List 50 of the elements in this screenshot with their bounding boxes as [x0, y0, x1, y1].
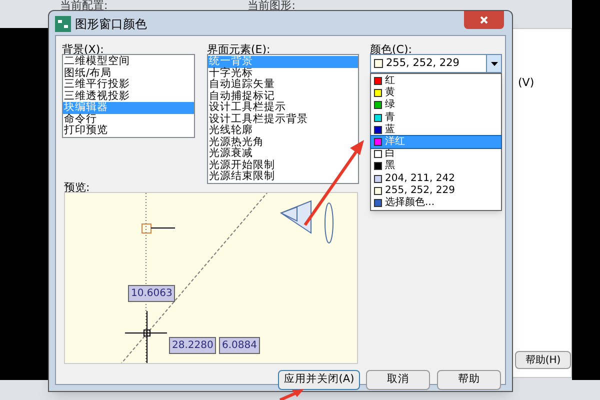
color-option[interactable]: 255, 252, 229: [385, 184, 501, 197]
header-label: 当前图形:: [248, 0, 296, 12]
color-option[interactable]: 白: [385, 148, 501, 160]
list-item[interactable]: 三维透视投影: [63, 90, 194, 102]
app-icon: [55, 16, 71, 32]
marker-drawing: [142, 224, 176, 234]
help-button[interactable]: 帮助(H): [515, 351, 571, 369]
header-label: 当前配置:: [60, 0, 108, 12]
list-item[interactable]: 光源衰减: [208, 148, 358, 160]
list-item[interactable]: 光源热光角: [208, 136, 358, 148]
dimension-readout: 6.0884: [219, 337, 260, 354]
list-item[interactable]: 光源开始限制: [208, 160, 358, 171]
list-item[interactable]: 设计工具栏提示背景: [208, 114, 358, 125]
dimension-readout: 10.6063: [128, 285, 176, 302]
list-item[interactable]: 打印预览: [63, 125, 194, 136]
dialog-button[interactable]: 取消: [366, 370, 430, 390]
caret-icon: [490, 62, 498, 66]
option-label: (V): [518, 75, 534, 91]
crosshair-drawing: [124, 310, 168, 363]
close-icon: [480, 16, 488, 24]
color-dropdown[interactable]: 255, 252, 229: [370, 54, 502, 73]
list-label: 界面元素(E):: [207, 42, 270, 56]
list-item[interactable]: 自动捕捉标记: [208, 90, 358, 102]
color-option[interactable]: 绿: [385, 99, 501, 112]
list-item[interactable]: 自动追踪矢量: [208, 79, 358, 90]
annotation-arrow: [279, 389, 304, 400]
color-option[interactable]: 黑: [385, 160, 501, 172]
list-label: 背景(X):: [62, 42, 104, 56]
preview-label: 预览:: [64, 180, 90, 196]
color-option[interactable]: 青: [385, 112, 501, 124]
dimension-readout: 28.2280: [169, 337, 216, 354]
color-value: 255, 252, 229: [386, 56, 460, 71]
list-item[interactable]: 图纸/布局: [63, 68, 194, 79]
color-option[interactable]: 红: [385, 75, 501, 88]
list-item[interactable]: 十字光标: [208, 68, 358, 79]
list-item[interactable]: 设计工具栏提示: [208, 102, 358, 114]
list-item[interactable]: 光源结束限制: [208, 171, 358, 182]
color-option[interactable]: 选择颜色...: [385, 196, 501, 209]
list-item[interactable]: 二维模型空间: [63, 56, 194, 68]
color-option[interactable]: 黄: [385, 87, 501, 100]
color-option[interactable]: 蓝: [385, 124, 501, 136]
window-title: 图形窗口颜色: [75, 16, 147, 33]
list-item[interactable]: 三维平行投影: [63, 79, 194, 90]
dialog-button[interactable]: 应用并关闭(A): [278, 370, 360, 390]
light-drawing: [280, 200, 334, 244]
dialog-button[interactable]: 帮助: [437, 370, 501, 390]
close-button[interactable]: [464, 11, 504, 29]
color-option[interactable]: 204, 211, 242: [385, 172, 501, 185]
list-item[interactable]: 命令行: [63, 114, 194, 125]
list-item[interactable]: 光线轮廓: [208, 125, 358, 136]
